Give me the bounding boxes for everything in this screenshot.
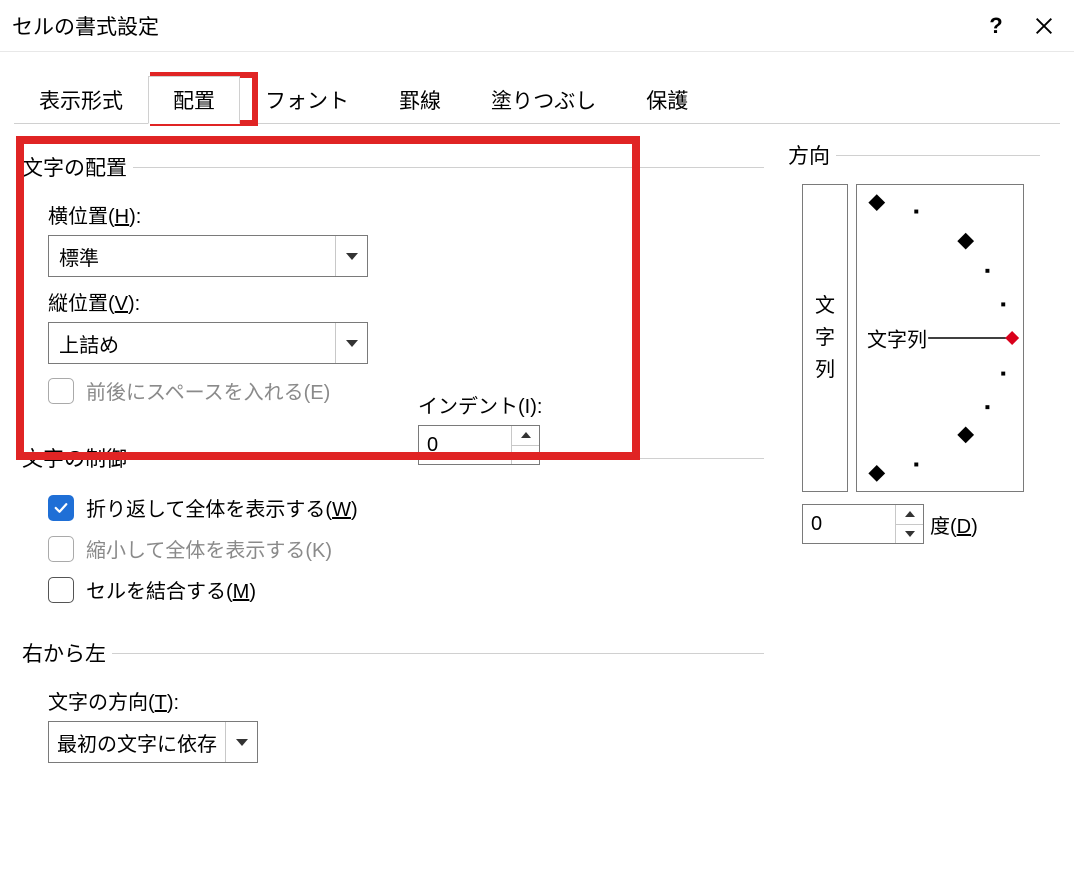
titlebar: セルの書式設定 ? (0, 0, 1074, 52)
degree-spin-up[interactable] (896, 505, 923, 525)
group-right-to-left: 右から左 文字の方向(T): 最初の文字に依存 (24, 638, 764, 769)
triangle-up-icon (521, 432, 531, 438)
horizontal-combo-value: 標準 (49, 242, 335, 271)
horizontal-label: 横位置(H): (48, 200, 764, 229)
merge-label: セルを結合する(M) (86, 575, 256, 604)
group-right-to-left-legend: 右から左 (22, 638, 112, 668)
tab-bar: 表示形式 配置 フォント 罫線 塗りつぶし 保護 (14, 76, 1074, 124)
group-orientation-wrapper: 方向 文 字 列 文字列 (790, 140, 1040, 544)
text-direction-value: 最初の文字に依存 (49, 728, 225, 757)
group-orientation: 方向 文 字 列 文字列 (790, 140, 1040, 544)
group-text-control-legend: 文字の制御 (22, 443, 133, 473)
group-text-control: 文字の制御 折り返して全体を表示する(W) 縮小して全体を表示する(K) セルを… (24, 443, 764, 616)
shrink-to-fit-checkbox: 縮小して全体を表示する(K) (48, 534, 764, 563)
text-direction-combo-button[interactable] (225, 722, 257, 762)
orientation-vertical-text-button[interactable]: 文 字 列 (802, 184, 848, 492)
orientation-degree-value[interactable]: 0 (803, 505, 895, 543)
check-icon (52, 499, 70, 517)
close-button[interactable] (1020, 2, 1068, 50)
triangle-up-icon (905, 511, 915, 517)
tab-fill[interactable]: 塗りつぶし (466, 76, 621, 124)
text-direction-combo[interactable]: 最初の文字に依存 (48, 721, 258, 763)
orientation-dial[interactable]: 文字列 (856, 184, 1024, 492)
checkbox-box (48, 378, 74, 404)
orientation-dial-graphic (857, 185, 1023, 491)
vertical-combo-value: 上詰め (49, 329, 335, 358)
checkbox-box (48, 577, 74, 603)
tab-alignment[interactable]: 配置 (148, 76, 240, 124)
shrink-label: 縮小して全体を表示する(K) (86, 534, 332, 563)
tab-display-format[interactable]: 表示形式 (14, 76, 148, 124)
vertical-label: 縦位置(V): (48, 287, 764, 316)
close-icon (1033, 15, 1055, 37)
group-orientation-legend: 方向 (788, 140, 836, 170)
window-title: セルの書式設定 (12, 11, 972, 41)
degree-spin-down[interactable] (896, 525, 923, 544)
wrap-text-checkbox[interactable]: 折り返して全体を表示する(W) (48, 493, 764, 522)
chevron-down-icon (346, 253, 358, 260)
checkbox-box (48, 495, 74, 521)
group-text-alignment: 文字の配置 横位置(H): 標準 縦位置(V): 上詰め (24, 152, 764, 417)
vertical-combo[interactable]: 上詰め (48, 322, 368, 364)
tab-border[interactable]: 罫線 (374, 76, 466, 124)
group-text-alignment-legend: 文字の配置 (22, 152, 133, 182)
text-direction-label: 文字の方向(T): (48, 686, 764, 715)
chevron-down-icon (236, 739, 248, 746)
chevron-down-icon (346, 340, 358, 347)
tab-protection[interactable]: 保護 (621, 76, 713, 124)
orientation-degree-spinner[interactable]: 0 (802, 504, 924, 544)
justify-distributed-checkbox: 前後にスペースを入れる(E) (48, 376, 764, 405)
indent-label: インデント(I): (418, 390, 542, 419)
tab-font[interactable]: フォント (240, 76, 374, 124)
justify-distributed-label: 前後にスペースを入れる(E) (86, 376, 330, 405)
merge-cells-checkbox[interactable]: セルを結合する(M) (48, 575, 764, 604)
horizontal-combo-button[interactable] (335, 236, 367, 276)
horizontal-combo[interactable]: 標準 (48, 235, 368, 277)
degree-label: 度(D) (930, 510, 978, 539)
help-button[interactable]: ? (972, 2, 1020, 50)
checkbox-box (48, 536, 74, 562)
triangle-down-icon (905, 531, 915, 537)
vertical-combo-button[interactable] (335, 323, 367, 363)
wrap-text-label: 折り返して全体を表示する(W) (86, 493, 358, 522)
